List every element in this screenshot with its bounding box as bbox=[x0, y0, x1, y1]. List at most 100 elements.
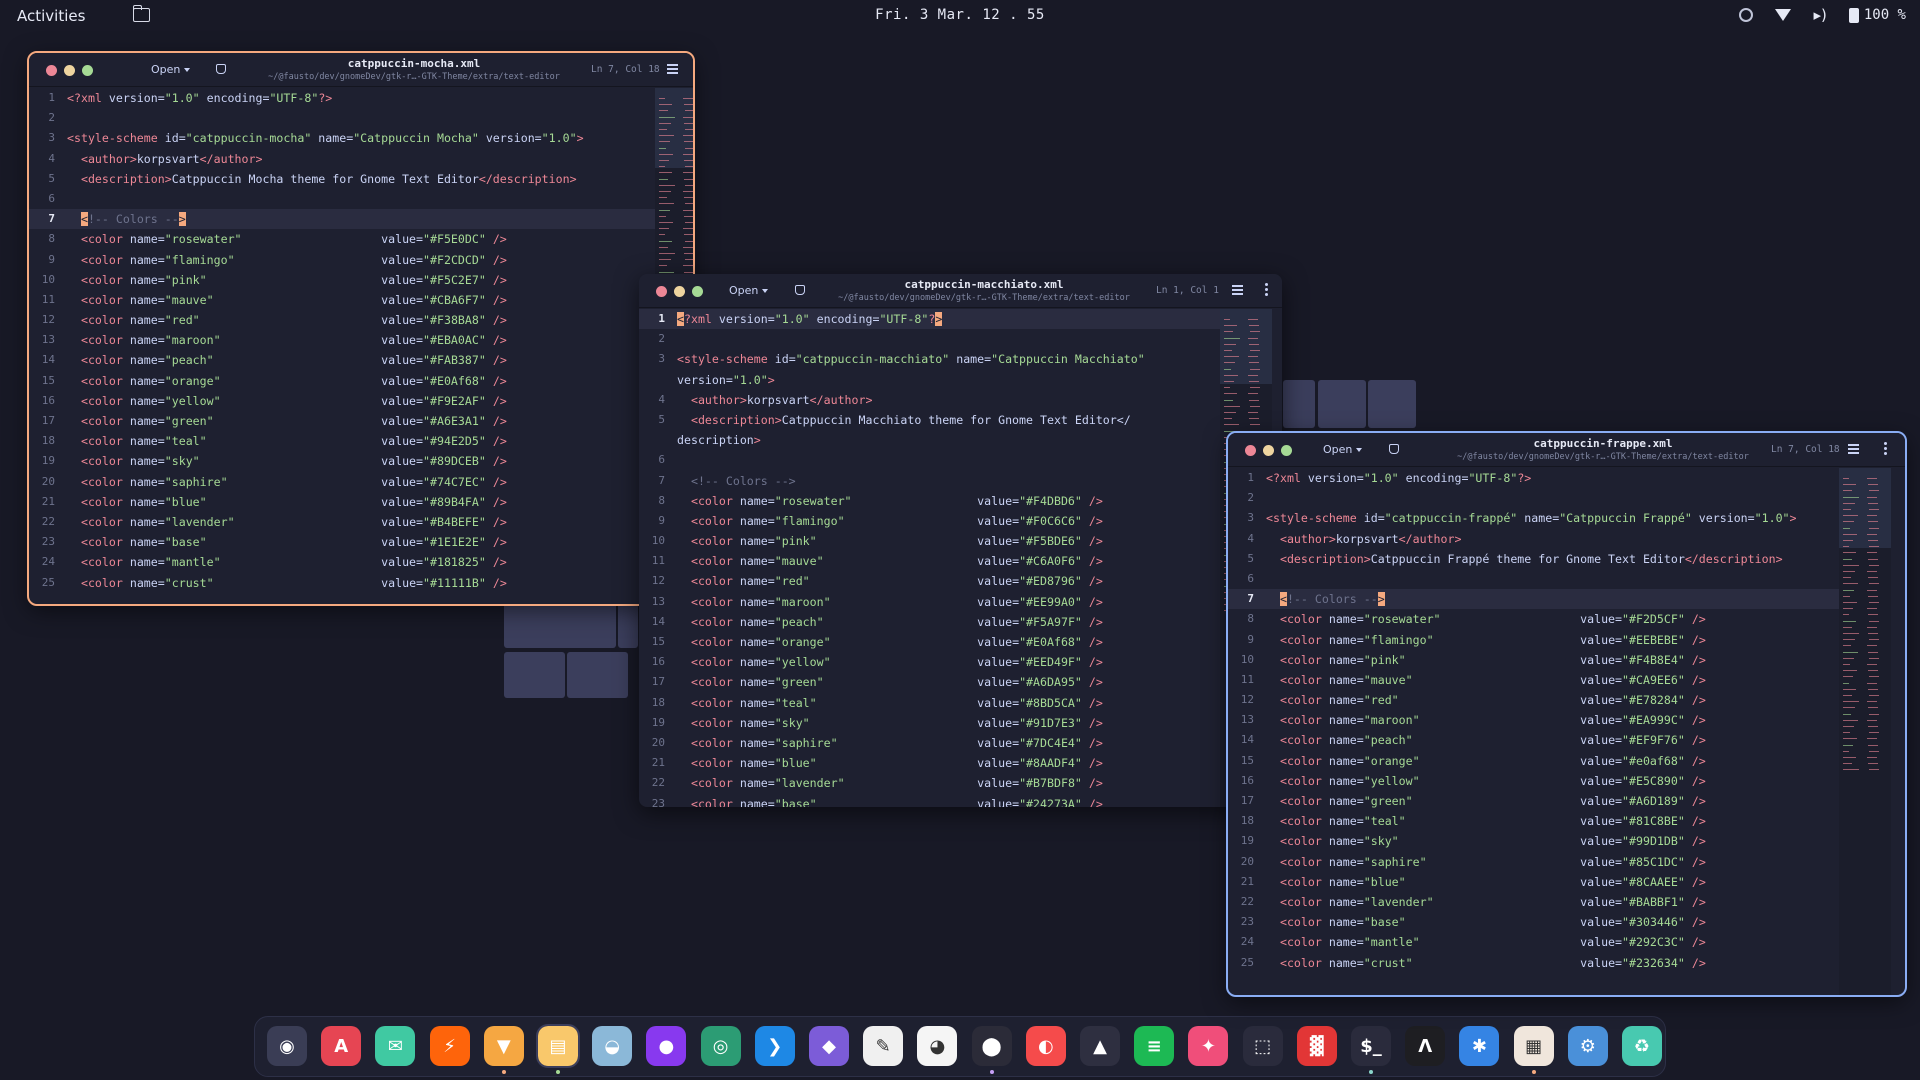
minimap-viewport[interactable] bbox=[655, 88, 693, 168]
code-line[interactable]: 9 <color name="flamingo" value="#EEBEBE"… bbox=[1228, 630, 1839, 650]
code-line[interactable]: 11 <color name="mauve" value="#C6A0F6" /… bbox=[639, 551, 1220, 571]
editor-window-frappe[interactable]: Open catppuccin-frappe.xml ~/@fausto/dev… bbox=[1226, 431, 1907, 997]
maximize-icon[interactable] bbox=[692, 286, 703, 297]
code-line[interactable]: 22 <color name="lavender" value="#B4BEFE… bbox=[29, 512, 655, 532]
code-line[interactable]: 1 <?xml version="1.0" encoding="UTF-8"?> bbox=[639, 309, 1220, 330]
code-view[interactable]: 1 <?xml version="1.0" encoding="UTF-8"?> 2… bbox=[1228, 468, 1839, 995]
ghost-app-icon[interactable]: ◉ bbox=[267, 1026, 307, 1066]
bolt-app-icon[interactable]: ⚡ bbox=[429, 1026, 470, 1066]
menu-icon[interactable] bbox=[1848, 444, 1859, 454]
code-line[interactable]: 21 <color name="blue" value="#8AADF4" /> bbox=[639, 753, 1220, 773]
code-line[interactable]: 12 <color name="red" value="#F38BA8" /> bbox=[29, 310, 655, 330]
open-button[interactable]: Open bbox=[729, 284, 769, 297]
code-line[interactable]: 17 <color name="green" value="#A6D189" /… bbox=[1228, 791, 1839, 811]
workspace-thumbnail[interactable] bbox=[1368, 380, 1416, 428]
menu-icon[interactable] bbox=[667, 64, 678, 74]
code-line[interactable]: 2 bbox=[1228, 488, 1839, 508]
code-line[interactable]: 8 <color name="rosewater" value="#F4DBD6… bbox=[639, 491, 1220, 511]
code-line[interactable]: 2 bbox=[29, 108, 655, 128]
minimize-icon[interactable] bbox=[674, 286, 685, 297]
code-line[interactable]: 18 <color name="teal" value="#8BD5CA" /> bbox=[639, 693, 1220, 713]
code-line[interactable]: 22 <color name="lavender" value="#BABBF1… bbox=[1228, 892, 1839, 912]
workspace-thumbnail[interactable] bbox=[504, 602, 616, 648]
header-bar[interactable]: Open catppuccin-frappe.xml ~/@fausto/dev… bbox=[1228, 433, 1905, 467]
code-line[interactable]: 9 <color name="flamingo" value="#F0C6C6"… bbox=[639, 511, 1220, 531]
code-line[interactable]: 15 <color name="orange" value="#e0af68" … bbox=[1228, 751, 1839, 771]
workspace-thumbnail[interactable] bbox=[567, 652, 628, 698]
minimap[interactable] bbox=[1839, 468, 1891, 995]
code-line[interactable]: 5 <description>Catppuccin Mocha theme fo… bbox=[29, 169, 655, 189]
code-line[interactable]: 4 <author>korpsvart</author> bbox=[1228, 529, 1839, 549]
shortcuts-icon[interactable]: ◐ bbox=[1025, 1026, 1066, 1066]
code-line[interactable]: 12 <color name="red" value="#E78284" /> bbox=[1228, 690, 1839, 710]
spotify-icon[interactable]: ≡ bbox=[1134, 1026, 1175, 1066]
workspace-thumbnail[interactable] bbox=[1318, 380, 1366, 428]
code-line[interactable]: 20 <color name="saphire" value="#7DC4E4"… bbox=[639, 733, 1220, 753]
code-line[interactable]: 10 <color name="pink" value="#F5BDE6" /> bbox=[639, 531, 1220, 551]
editor-window-mocha[interactable]: Open catppuccin-mocha.xml ~/@fausto/dev/… bbox=[27, 51, 695, 606]
screenshot-icon[interactable]: ⬚ bbox=[1242, 1026, 1283, 1066]
close-icon[interactable] bbox=[656, 286, 667, 297]
minimap-viewport[interactable] bbox=[1220, 309, 1272, 384]
code-line[interactable]: 14 <color name="peach" value="#EF9F76" /… bbox=[1228, 730, 1839, 750]
close-icon[interactable] bbox=[1245, 445, 1256, 456]
code-line[interactable]: 15 <color name="orange" value="#E0Af68" … bbox=[639, 632, 1220, 652]
code-line[interactable]: 7 <!-- Colors --> bbox=[1228, 589, 1839, 610]
battery-indicator[interactable]: 100 % bbox=[1848, 7, 1906, 23]
workspace-thumbnail[interactable] bbox=[618, 602, 638, 648]
more-options-icon[interactable] bbox=[1265, 283, 1268, 297]
code-line[interactable]: 24 <color name="mantle" value="#292C3C" … bbox=[1228, 932, 1839, 952]
workspace-thumbnail[interactable] bbox=[504, 652, 565, 698]
code-line[interactable]: 23 <color name="base" value="#24273A" /> bbox=[639, 794, 1220, 808]
wifi-icon[interactable] bbox=[1775, 9, 1792, 21]
maximize-icon[interactable] bbox=[1281, 445, 1292, 456]
code-line[interactable]: 18 <color name="teal" value="#94E2D5" /> bbox=[29, 431, 655, 451]
artix-icon[interactable]: Λ bbox=[1405, 1026, 1446, 1066]
github-icon[interactable]: ● bbox=[646, 1026, 687, 1066]
code-line[interactable]: 6 bbox=[639, 450, 1220, 470]
code-line[interactable]: 14 <color name="peach" value="#FAB387" /… bbox=[29, 350, 655, 370]
code-line[interactable]: 23 <color name="base" value="#1E1E2E" /> bbox=[29, 532, 655, 552]
text-editor-icon[interactable]: ✎ bbox=[863, 1026, 904, 1066]
code-line[interactable]: 19 <color name="sky" value="#89DCEB" /> bbox=[29, 451, 655, 471]
more-options-icon[interactable] bbox=[1884, 442, 1887, 456]
code-line[interactable]: 3 <style-scheme id="catppuccin-frappé" na… bbox=[1228, 508, 1839, 528]
code-line[interactable]: 20 <color name="saphire" value="#85C1DC"… bbox=[1228, 852, 1839, 872]
minimize-icon[interactable] bbox=[64, 65, 75, 76]
open-button[interactable]: Open bbox=[151, 63, 191, 76]
header-bar[interactable]: Open catppuccin-mocha.xml ~/@fausto/dev/… bbox=[29, 53, 693, 87]
code-line[interactable]: 23 <color name="base" value="#303446" /> bbox=[1228, 912, 1839, 932]
code-line[interactable]: 21 <color name="blue" value="#8CAAEE" /> bbox=[1228, 872, 1839, 892]
volume-icon[interactable]: ▸) bbox=[1813, 6, 1826, 24]
menu-icon[interactable] bbox=[1232, 285, 1243, 295]
tweaks-icon[interactable]: ▦ bbox=[1513, 1026, 1554, 1066]
figma-icon[interactable]: ⬤ bbox=[971, 1026, 1012, 1066]
code-line[interactable]: 22 <color name="lavender" value="#B7BDF8… bbox=[639, 773, 1220, 793]
terminal-icon[interactable]: $_ bbox=[1351, 1026, 1391, 1066]
code-line[interactable]: 8 <color name="rosewater" value="#F2D5CF… bbox=[1228, 609, 1839, 629]
code-line[interactable]: 4 <author>korpsvart</author> bbox=[639, 390, 1220, 410]
code-line[interactable]: 6 bbox=[29, 189, 655, 209]
code-line[interactable]: 7 <!-- Colors --> bbox=[639, 471, 1220, 491]
waveform-icon[interactable]: ▓ bbox=[1296, 1026, 1337, 1066]
davinci-icon[interactable]: ✦ bbox=[1188, 1026, 1229, 1066]
code-line[interactable]: 19 <color name="sky" value="#91D7E3" /> bbox=[639, 713, 1220, 733]
code-line[interactable]: 2 bbox=[639, 329, 1220, 349]
app-store-icon[interactable]: A bbox=[321, 1026, 362, 1066]
code-line[interactable]: 20 <color name="saphire" value="#74C7EC"… bbox=[29, 472, 655, 492]
extensions-icon[interactable]: ✱ bbox=[1459, 1026, 1500, 1066]
header-bar[interactable]: Open catppuccin-macchiato.xml ~/@fausto/… bbox=[639, 274, 1282, 308]
code-line[interactable]: 16 <color name="yellow" value="#EED49F" … bbox=[639, 652, 1220, 672]
code-line[interactable]: 1 <?xml version="1.0" encoding="UTF-8"?> bbox=[1228, 468, 1839, 488]
code-line[interactable]: 15 <color name="orange" value="#E0Af68" … bbox=[29, 371, 655, 391]
vscode-icon[interactable]: ❯ bbox=[754, 1026, 795, 1066]
disk-icon[interactable]: ◒ bbox=[592, 1026, 633, 1066]
code-line[interactable]: 19 <color name="sky" value="#99D1DB" /> bbox=[1228, 831, 1839, 851]
code-line[interactable]: 17 <color name="green" value="#A6E3A1" /… bbox=[29, 411, 655, 431]
status-circle-icon[interactable] bbox=[1739, 8, 1754, 22]
code-view[interactable]: 1 <?xml version="1.0" encoding="UTF-8"?> 2… bbox=[29, 88, 655, 604]
code-line[interactable]: 11 <color name="mauve" value="#CA9EE6" /… bbox=[1228, 670, 1839, 690]
open-button[interactable]: Open bbox=[1323, 443, 1363, 456]
code-line[interactable]: 16 <color name="yellow" value="#E5C890" … bbox=[1228, 771, 1839, 791]
mail-icon[interactable]: ✉ bbox=[375, 1026, 416, 1066]
